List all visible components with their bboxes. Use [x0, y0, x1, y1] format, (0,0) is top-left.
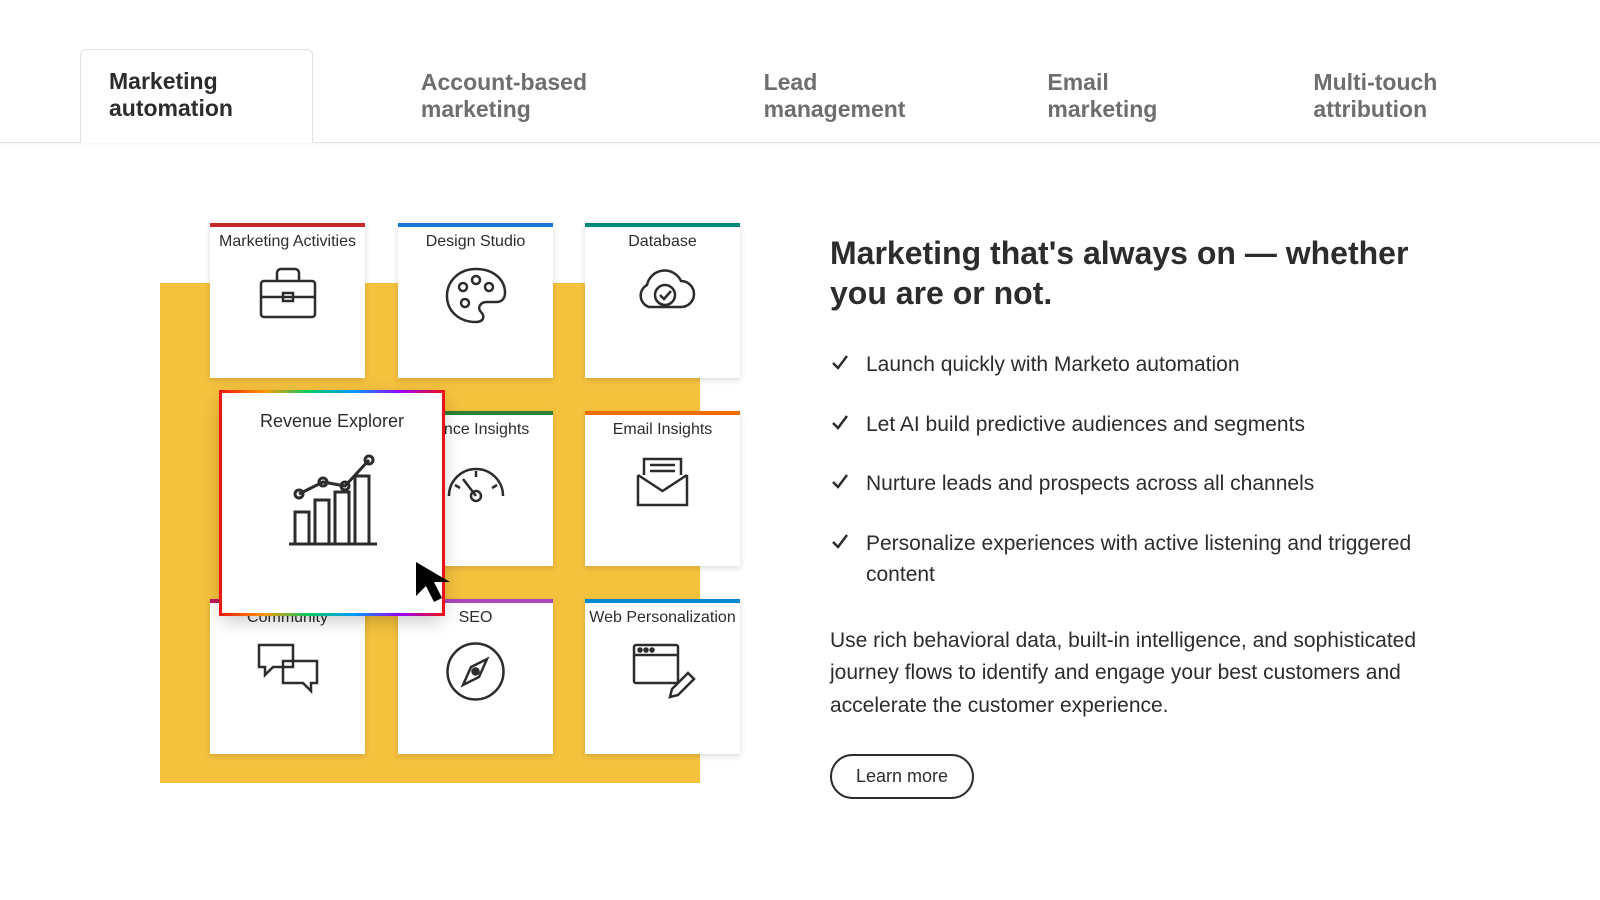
bullet-item: Let AI build predictive audiences and se…: [830, 409, 1450, 441]
tab-email-marketing[interactable]: Email marketing: [1019, 51, 1205, 143]
tile-label: Revenue Explorer: [260, 411, 404, 431]
content-wrap: Marketing Activities Design Studio Datab…: [0, 143, 1600, 799]
browser-pencil-icon: [628, 639, 698, 699]
tab-lead-management[interactable]: Lead management: [736, 51, 940, 143]
compass-icon: [443, 639, 508, 704]
check-icon: [830, 413, 850, 433]
tile-label: SEO: [459, 609, 493, 626]
tile-label: Web Personalization: [589, 609, 735, 626]
bullet-text: Personalize experiences with active list…: [866, 528, 1450, 591]
tile-accent-bar: [585, 223, 740, 227]
learn-more-button[interactable]: Learn more: [830, 754, 974, 799]
tile-seo[interactable]: SEO: [398, 599, 553, 754]
section-headline: Marketing that's always on — whether you…: [830, 233, 1450, 313]
chat-bubbles-icon: [253, 639, 323, 699]
check-icon: [830, 532, 850, 552]
envelope-letter-icon: [630, 451, 695, 511]
bar-chart-icon: [277, 444, 387, 554]
text-column: Marketing that's always on — whether you…: [830, 223, 1450, 799]
bullet-list: Launch quickly with Marketo automation L…: [830, 349, 1450, 591]
bullet-item: Personalize experiences with active list…: [830, 528, 1450, 591]
tile-community[interactable]: Community: [210, 599, 365, 754]
tab-multi-touch-attribution[interactable]: Multi-touch attribution: [1285, 51, 1520, 143]
tile-email-insights[interactable]: Email Insights: [585, 411, 740, 566]
tabs-bar: Marketing automation Account-based marke…: [0, 0, 1600, 143]
bullet-item: Nurture leads and prospects across all c…: [830, 468, 1450, 500]
tile-illustration: Marketing Activities Design Studio Datab…: [160, 223, 750, 783]
tab-account-based-marketing[interactable]: Account-based marketing: [393, 51, 656, 143]
briefcase-icon: [253, 263, 323, 323]
cursor-icon: [412, 558, 460, 606]
tile-accent-bar: [585, 599, 740, 603]
tab-marketing-automation[interactable]: Marketing automation: [80, 49, 313, 143]
tile-label: Marketing Activities: [219, 233, 356, 250]
palette-icon: [441, 263, 511, 328]
bullet-text: Launch quickly with Marketo automation: [866, 349, 1240, 381]
tile-accent-bar: [585, 411, 740, 415]
tile-revenue-explorer[interactable]: Revenue Explorer: [222, 393, 442, 613]
tile-design-studio[interactable]: Design Studio: [398, 223, 553, 378]
tile-label: Database: [628, 233, 697, 250]
cloud-check-icon: [625, 263, 700, 318]
gauge-icon: [441, 451, 511, 506]
bullet-item: Launch quickly with Marketo automation: [830, 349, 1450, 381]
section-description: Use rich behavioral data, built-in intel…: [830, 625, 1450, 723]
tile-database[interactable]: Database: [585, 223, 740, 378]
tile-web-personalization[interactable]: Web Personalization: [585, 599, 740, 754]
bullet-text: Nurture leads and prospects across all c…: [866, 468, 1314, 500]
tile-marketing-activities[interactable]: Marketing Activities: [210, 223, 365, 378]
tile-label: Design Studio: [426, 233, 526, 250]
bullet-text: Let AI build predictive audiences and se…: [866, 409, 1305, 441]
check-icon: [830, 472, 850, 492]
tile-accent-bar: [398, 223, 553, 227]
tile-label: Email Insights: [613, 421, 713, 438]
tile-accent-bar: [210, 223, 365, 227]
check-icon: [830, 353, 850, 373]
